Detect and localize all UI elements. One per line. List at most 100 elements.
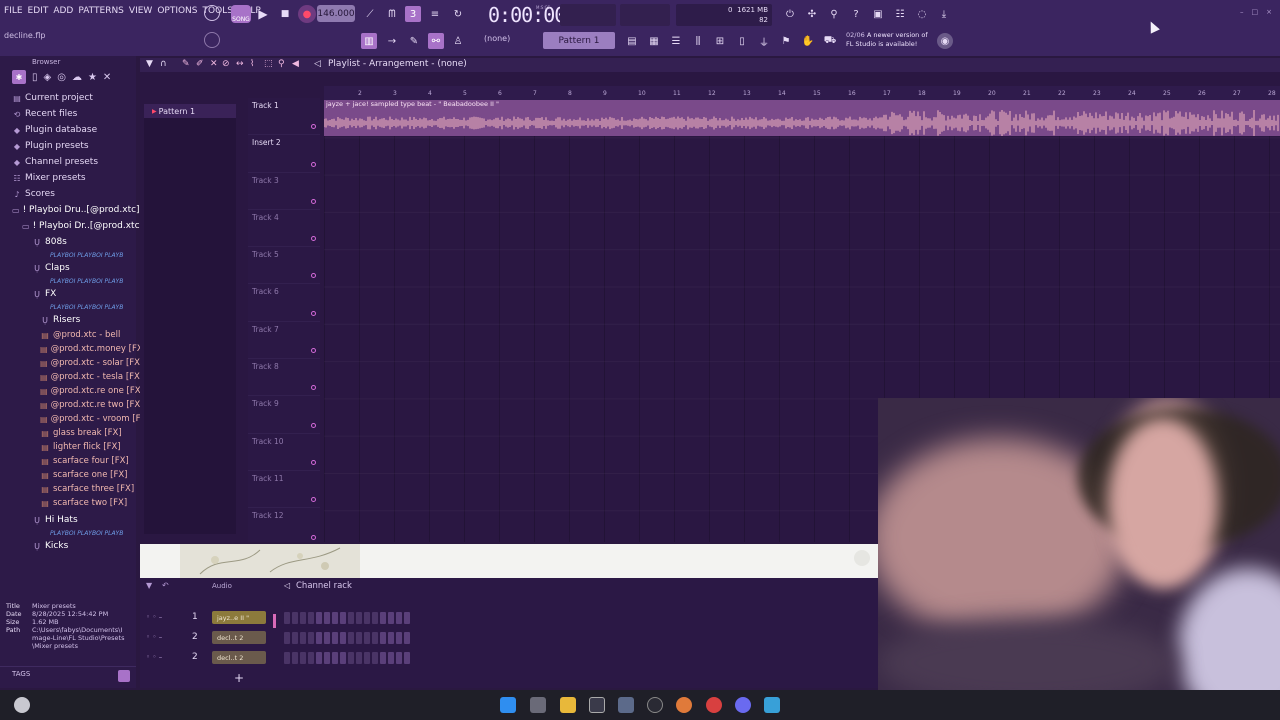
- playlist-icon[interactable]: ▤: [624, 33, 640, 49]
- pattern-item[interactable]: ▶ Pattern 1: [144, 104, 236, 118]
- menu-options[interactable]: OPTIONS: [157, 6, 197, 16]
- chrome-icon[interactable]: [706, 697, 722, 713]
- step-button[interactable]: [300, 632, 306, 644]
- file-explorer-icon[interactable]: [560, 697, 576, 713]
- channel-row[interactable]: ◦ ◦ – 2 decl..t 2: [144, 630, 880, 646]
- track-mute-icon[interactable]: [311, 385, 316, 391]
- master-volume-knob[interactable]: [204, 5, 220, 21]
- sample-item[interactable]: ▤ @prod.xtc - tesla [FX]: [40, 370, 143, 384]
- step-button[interactable]: [356, 652, 362, 664]
- power-icon[interactable]: ⏻: [782, 6, 798, 22]
- sample-item[interactable]: ▤ @prod.xtc.re one [FX]: [40, 384, 144, 398]
- track-mute-icon[interactable]: [311, 273, 316, 279]
- step-button[interactable]: [404, 632, 410, 644]
- step-button[interactable]: [332, 612, 338, 624]
- settings-icon[interactable]: [618, 697, 634, 713]
- save-icon[interactable]: ▣: [870, 6, 886, 22]
- step-button[interactable]: [388, 612, 394, 624]
- master-pitch-knob[interactable]: [204, 32, 220, 48]
- magnet-icon[interactable]: ∩: [160, 59, 167, 69]
- track-header[interactable]: Track 6: [248, 284, 320, 322]
- pencil-icon[interactable]: ✎: [406, 33, 422, 49]
- playlist-menu-arrow-icon[interactable]: ▼: [146, 59, 153, 69]
- step-button[interactable]: [372, 632, 378, 644]
- rack-menu-arrow-icon[interactable]: ▼: [146, 581, 152, 590]
- sample-item[interactable]: ▤ @prod.xtc - solar [FX]: [40, 356, 143, 370]
- record-button[interactable]: ●: [298, 5, 316, 23]
- track-mute-icon[interactable]: [311, 497, 316, 503]
- arrow-right-icon[interactable]: →: [384, 33, 400, 49]
- browser-plugin-icon[interactable]: ◈: [44, 72, 52, 83]
- step-button[interactable]: [372, 612, 378, 624]
- browser-sample-icon[interactable]: ◎: [57, 72, 66, 83]
- browser-doc-icon[interactable]: ▯: [32, 72, 38, 83]
- channel-row[interactable]: ◦ ◦ – 1 jayz..e II ": [144, 610, 880, 626]
- countdown-icon[interactable]: 3: [405, 6, 421, 22]
- mixer-icon[interactable]: ☷: [892, 6, 908, 22]
- channel-controls[interactable]: ◦ ◦ –: [146, 613, 162, 621]
- sample-item[interactable]: ▤ @prod.xtc - bell: [40, 328, 136, 342]
- chat-icon[interactable]: ◌: [914, 6, 930, 22]
- browser-folder-claps[interactable]: Ụ Claps: [12, 260, 136, 276]
- playlist-snap-icon[interactable]: ▥: [361, 33, 377, 49]
- sample-item[interactable]: ▤ scarface one [FX]: [40, 468, 136, 482]
- sample-item[interactable]: ▤ scarface four [FX]: [40, 454, 136, 468]
- step-button[interactable]: [396, 652, 402, 664]
- step-button[interactable]: [396, 632, 402, 644]
- mute-tool-icon[interactable]: ⊘: [222, 59, 230, 69]
- step-button[interactable]: [284, 612, 290, 624]
- step-button[interactable]: [300, 612, 306, 624]
- step-button[interactable]: [292, 652, 298, 664]
- step-button[interactable]: [364, 612, 370, 624]
- track-mute-icon[interactable]: [311, 198, 316, 204]
- step-button[interactable]: [340, 652, 346, 664]
- track-mute-icon[interactable]: [311, 236, 316, 242]
- song-mode-toggle[interactable]: SONG: [231, 5, 251, 23]
- menu-patterns[interactable]: PATTERNS: [78, 6, 124, 16]
- channel-row[interactable]: ◦ ◦ – 2 decl..t 2: [144, 650, 880, 666]
- step-button[interactable]: [332, 632, 338, 644]
- track-header[interactable]: Track 4: [248, 210, 320, 248]
- browser-mixer-presets[interactable]: ☷ Mixer presets: [12, 170, 136, 186]
- track-header[interactable]: Track 5: [248, 247, 320, 285]
- pattern-selector[interactable]: Pattern 1: [543, 32, 615, 49]
- step-button[interactable]: [364, 632, 370, 644]
- plugin-picker-icon[interactable]: ⊞: [712, 33, 728, 49]
- sample-item[interactable]: ▤ scarface two [FX]: [40, 496, 136, 510]
- cart-icon[interactable]: ⛟: [822, 33, 838, 49]
- browser-recent-files[interactable]: ⟲ Recent files: [12, 106, 136, 122]
- browser-channel-presets[interactable]: ◆ Channel presets: [12, 154, 136, 170]
- track-mute-icon[interactable]: [311, 422, 316, 428]
- wait-input-icon[interactable]: ᗰ: [384, 6, 400, 22]
- step-button[interactable]: [380, 612, 386, 624]
- channel-rack-icon[interactable]: ☰: [668, 33, 684, 49]
- step-button[interactable]: [356, 612, 362, 624]
- channel-mixer-track[interactable]: 2: [192, 652, 198, 662]
- step-button[interactable]: [348, 652, 354, 664]
- browser-plugin-database[interactable]: ◆ Plugin database: [12, 122, 136, 138]
- select-tool-icon[interactable]: ⬚: [264, 59, 273, 69]
- plug-icon[interactable]: ⏚: [756, 33, 772, 49]
- step-button[interactable]: [340, 632, 346, 644]
- time-display[interactable]: 0:00:00: [488, 3, 566, 27]
- slice-tool-icon[interactable]: ⌇: [250, 59, 254, 69]
- browser-scores[interactable]: ♪ Scores: [12, 186, 136, 202]
- piano-roll-icon[interactable]: ▦: [646, 33, 662, 49]
- step-button[interactable]: [348, 612, 354, 624]
- step-button[interactable]: [380, 652, 386, 664]
- sample-item[interactable]: ▤ glass break [FX]: [40, 426, 136, 440]
- track-header[interactable]: Track 9: [248, 396, 320, 434]
- track-mute-icon[interactable]: [311, 459, 316, 465]
- rack-speaker-icon[interactable]: ◁: [284, 581, 290, 590]
- start-menu-icon[interactable]: [500, 697, 516, 713]
- touch-controller-icon[interactable]: ✋: [800, 33, 816, 49]
- step-button[interactable]: [284, 632, 290, 644]
- sample-item[interactable]: ▤ @prod.xtc.money [FX]: [40, 342, 146, 356]
- channel-name-button[interactable]: decl..t 2: [212, 651, 266, 664]
- browser-folder-risers[interactable]: Ụ Risers: [12, 312, 136, 328]
- channel-mixer-track[interactable]: 2: [192, 632, 198, 642]
- task-view-icon[interactable]: [530, 697, 546, 713]
- channel-name-button[interactable]: jayz..e II ": [212, 611, 266, 624]
- step-button[interactable]: [284, 652, 290, 664]
- playlist-speaker-icon[interactable]: ◁: [314, 59, 321, 69]
